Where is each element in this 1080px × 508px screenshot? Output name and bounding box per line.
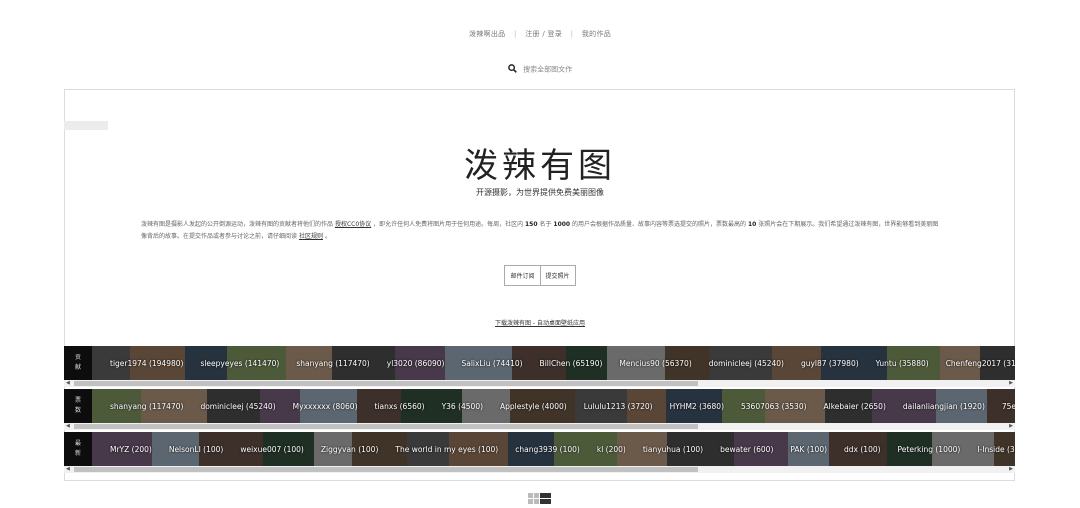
user-rank-entry[interactable]: Chenfeng2017 (31560) — [946, 359, 1015, 368]
user-rank-entry[interactable]: BillChen (65190) — [540, 359, 603, 368]
row-tag-char: 贡 — [74, 354, 81, 361]
nav-login-register[interactable]: 注册 / 登录 — [525, 30, 562, 38]
user-rank-entry[interactable]: MrYZ (200) — [110, 445, 152, 454]
download-app-link[interactable]: 下载泼辣有图 - 自动桌面壁纸应用 — [0, 318, 1080, 327]
user-rank-entry[interactable]: weixue007 (100) — [240, 445, 304, 454]
row-tag-char: 票 — [74, 397, 81, 404]
user-rank-entry[interactable]: 53607063 (3530) — [741, 402, 807, 411]
description-number: 150 — [525, 221, 538, 228]
top-nav: 泼辣啊出品 | 注册 / 登录 | 我的作品 — [0, 29, 1080, 39]
placeholder-bar — [64, 121, 108, 130]
user-rank-entry[interactable]: Ziggyvan (100) — [321, 445, 379, 454]
user-rank-entry[interactable]: The world in my eyes (100) — [395, 445, 498, 454]
user-rank-entry[interactable]: SalixLiu (74410) — [461, 359, 522, 368]
ranking-row-contribution: 贡 献 tiger1974 (194980) sleepyeyes (141470… — [64, 346, 1015, 390]
action-buttons: 邮件订阅 提交照片 — [0, 263, 1080, 286]
search-placeholder[interactable]: 搜索全部图文作 — [523, 66, 572, 74]
user-rank-entry[interactable]: Applestyle (4000) — [500, 402, 567, 411]
user-rank-entry[interactable]: Peterking (1000) — [898, 445, 961, 454]
scroll-right-icon[interactable]: ▶ — [1009, 423, 1013, 430]
license-link[interactable]: 授权CC0协议 — [335, 221, 371, 228]
row-tag: 最 新 — [64, 432, 92, 466]
user-rank-entry[interactable]: Y36 (4500) — [442, 402, 483, 411]
row-tag: 票 数 — [64, 389, 92, 423]
scroll-left-icon[interactable]: ◀ — [66, 380, 70, 387]
grid-icon[interactable] — [528, 489, 552, 508]
row-tag-char: 献 — [74, 364, 81, 371]
user-rank-entry[interactable]: 75eTh — [1002, 402, 1015, 411]
user-rank-entry[interactable]: ddx (100) — [844, 445, 881, 454]
ranking-row-votes: 票 数 shanyang (117470) dominicleej (45240)… — [64, 389, 1015, 433]
user-rank-entry[interactable]: dominicleej (45240) — [200, 402, 275, 411]
description-text: 泼辣有图是摄影人发起的公开倒源运动，泼辣有图的贡献者将他们的作品 — [141, 221, 334, 228]
user-rank-entry[interactable]: dominicleej (45240) — [709, 359, 784, 368]
scrollbar-thumb[interactable] — [74, 467, 698, 472]
nav-produced-by[interactable]: 泼辣啊出品 — [469, 30, 506, 38]
description-text: 的用户会根据作品质量、故事内容等票选提交的照片，票数最高的 — [572, 221, 747, 228]
user-rank-entry[interactable]: shanyang (117470) — [296, 359, 369, 368]
user-rank-entry[interactable]: Myxxxxxx (8060) — [293, 402, 358, 411]
user-list: shanyang (117470) dominicleej (45240) Myxx… — [110, 389, 1015, 423]
user-rank-entry[interactable]: Alkebaier (2650) — [824, 402, 886, 411]
button-group: 邮件订阅 提交照片 — [504, 265, 576, 286]
row-tag-char: 新 — [74, 450, 81, 457]
search-bar[interactable]: 搜索全部图文作 — [0, 64, 1080, 75]
scroll-left-icon[interactable]: ◀ — [66, 423, 70, 430]
scroll-right-icon[interactable]: ▶ — [1009, 466, 1013, 473]
user-rank-entry[interactable]: NelsonLI (100) — [169, 445, 224, 454]
description-text: ，即允许任何人免费将图片用于任何用途。每周，社区内 — [373, 221, 524, 228]
description-text: 名于 — [539, 221, 552, 228]
nav-my-works[interactable]: 我的作品 — [582, 30, 611, 38]
user-rank-entry[interactable]: tianxs (6560) — [375, 402, 425, 411]
brand-title: 泼辣有图 — [464, 146, 616, 186]
user-rank-entry[interactable]: dailanliangjian (1920) — [903, 402, 985, 411]
row-tag: 贡 献 — [64, 346, 92, 380]
description-number: 1000 — [553, 221, 571, 228]
user-rank-entry[interactable]: kl (200) — [597, 445, 626, 454]
community-rules-link[interactable]: 社区规则 — [299, 233, 323, 240]
brand-slogan: 开源摄影，为世界提供免费美丽图像 — [476, 188, 604, 197]
user-rank-entry[interactable]: Mencius90 (56370) — [619, 359, 691, 368]
subscribe-button[interactable]: 邮件订阅 — [505, 266, 540, 285]
user-rank-entry[interactable]: shanyang (117470) — [110, 402, 183, 411]
user-list: MrYZ (200) NelsonLI (100) weixue007 (100) Z… — [110, 432, 1015, 466]
horizontal-scrollbar[interactable]: ◀ ▶ — [64, 423, 1015, 430]
user-list: tiger1974 (194980) sleepyeyes (141470) sha… — [110, 346, 1015, 380]
scroll-right-icon[interactable]: ▶ — [1009, 380, 1013, 387]
description-number: 10 — [747, 221, 757, 228]
row-tag-char: 最 — [74, 440, 81, 447]
user-rank-entry[interactable]: PAK (100) — [790, 445, 827, 454]
scrollbar-thumb[interactable] — [74, 424, 698, 429]
user-rank-entry[interactable]: Yuntu (35880) — [876, 359, 929, 368]
user-rank-entry[interactable]: Lululu1213 (3720) — [584, 402, 653, 411]
ranking-row-latest: 最 新 MrYZ (200) NelsonLI (100) weixue007 (1… — [64, 432, 1015, 476]
nav-separator: | — [513, 30, 517, 38]
row-tag-char: 数 — [74, 407, 81, 414]
nav-separator: | — [570, 30, 574, 38]
search-icon[interactable] — [508, 64, 517, 75]
scrollbar-thumb[interactable] — [74, 381, 698, 386]
submit-photo-button[interactable]: 提交照片 — [539, 266, 575, 285]
user-rank-entry[interactable]: sleepyeyes (141470) — [200, 359, 279, 368]
scroll-left-icon[interactable]: ◀ — [66, 466, 70, 473]
user-rank-entry[interactable]: HYHM2 (3680) — [670, 402, 724, 411]
user-rank-entry[interactable]: I-Inside (300) — [977, 445, 1015, 454]
user-rank-entry[interactable]: yl3020 (86090) — [387, 359, 445, 368]
user-rank-entry[interactable]: tianyuhua (100) — [643, 445, 703, 454]
user-rank-entry[interactable]: tiger1974 (194980) — [110, 359, 183, 368]
description-text: 。 — [324, 233, 331, 240]
horizontal-scrollbar[interactable]: ◀ ▶ — [64, 380, 1015, 387]
user-rank-entry[interactable]: chang3939 (100) — [515, 445, 580, 454]
horizontal-scrollbar[interactable]: ◀ ▶ — [64, 466, 1015, 473]
user-rank-entry[interactable]: bewater (600) — [720, 445, 773, 454]
user-rank-entry[interactable]: guyl87 (37980) — [801, 359, 859, 368]
description: 泼辣有图是摄影人发起的公开倒源运动，泼辣有图的贡献者将他们的作品 授权CC0协议… — [141, 219, 941, 243]
